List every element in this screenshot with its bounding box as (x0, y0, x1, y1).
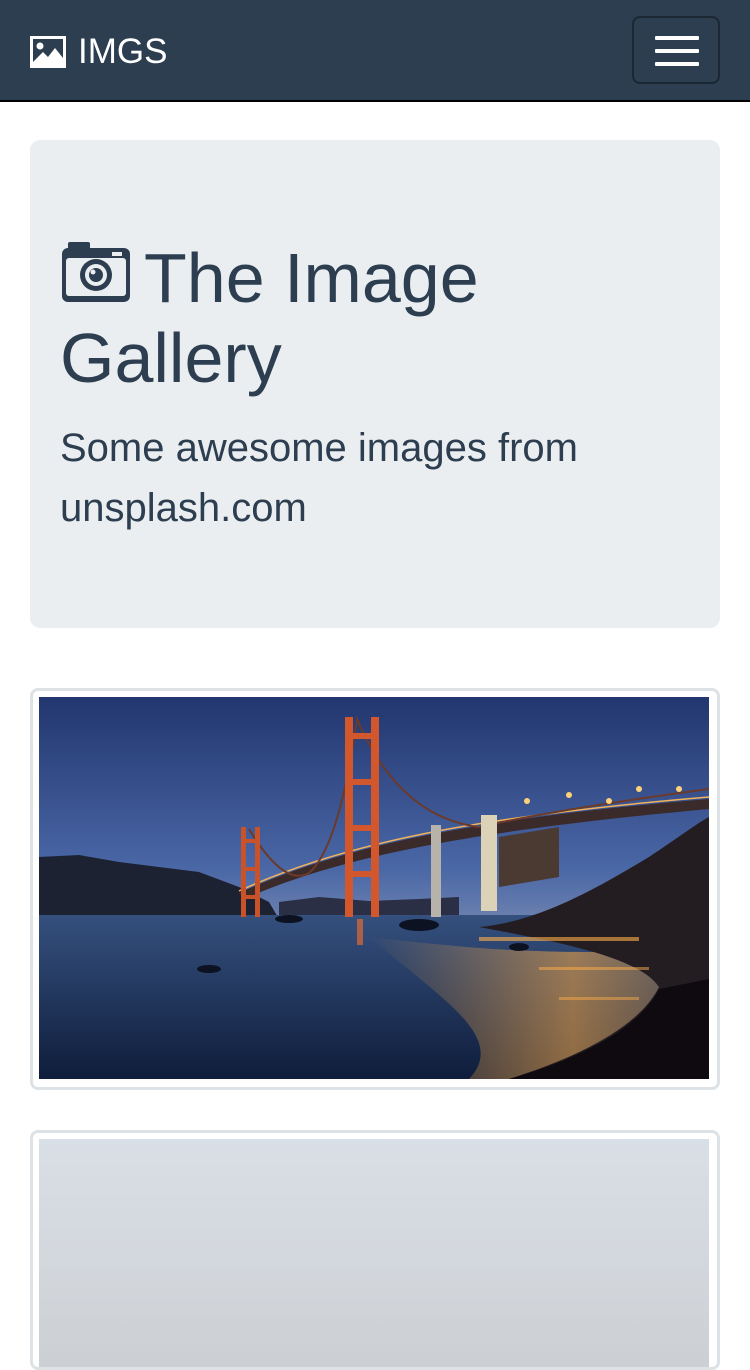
navbar: IMGS (0, 0, 750, 102)
jumbotron: The Image Gallery Some awesome images fr… (30, 140, 720, 628)
golden-gate-bridge-at-dusk-photo[interactable] (39, 697, 709, 1079)
image-icon (30, 36, 66, 68)
navbar-toggle-button[interactable] (632, 16, 720, 84)
page-title: The Image Gallery (60, 238, 680, 398)
hamburger-menu-icon (655, 36, 699, 66)
camera-icon (62, 242, 130, 302)
brand-text: IMGS (78, 32, 168, 71)
gallery-image-card[interactable] (30, 688, 720, 1090)
brand-link[interactable]: IMGS (30, 32, 167, 72)
gallery-image-card[interactable] (30, 1130, 720, 1370)
page-lead: Some awesome images from unsplash.com (60, 426, 578, 530)
misty-grey-sky-photo[interactable] (39, 1139, 709, 1367)
